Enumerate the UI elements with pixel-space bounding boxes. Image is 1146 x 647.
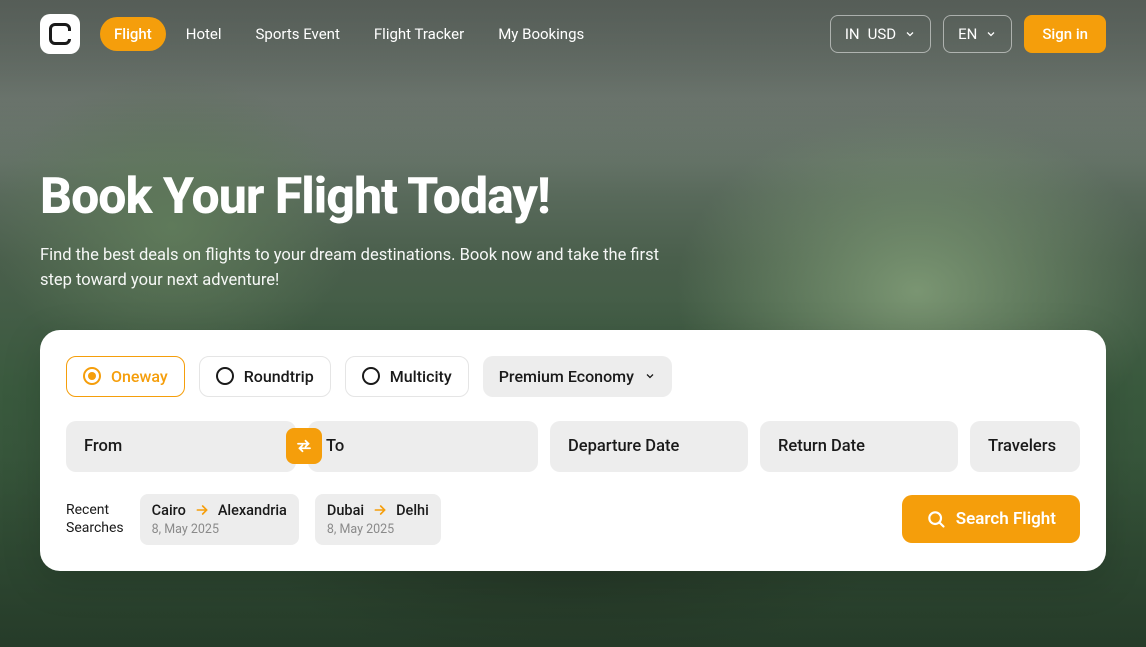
return-date-field[interactable]: Return Date: [760, 421, 958, 472]
recent-date: 8, May 2025: [327, 522, 429, 537]
chevron-down-icon: [904, 28, 916, 40]
search-card: Oneway Roundtrip Multicity Premium Econo…: [40, 330, 1106, 571]
recent-date: 8, May 2025: [152, 522, 287, 537]
trip-oneway[interactable]: Oneway: [66, 356, 185, 397]
recent-search-chip[interactable]: Cairo Alexandria 8, May 2025: [140, 494, 299, 545]
search-icon: [926, 509, 946, 529]
region-label: IN: [845, 25, 860, 43]
language-label: EN: [958, 25, 977, 43]
from-field[interactable]: From: [66, 421, 296, 472]
departure-date-field[interactable]: Departure Date: [550, 421, 748, 472]
logo-icon: [49, 23, 71, 45]
nav-flight[interactable]: Flight: [100, 17, 166, 51]
search-flight-button[interactable]: Search Flight: [902, 495, 1080, 543]
logo[interactable]: [40, 14, 80, 54]
radio-icon: [362, 367, 380, 385]
currency-label: USD: [868, 25, 896, 43]
recent-from: Dubai: [327, 502, 364, 519]
arrow-right-icon: [194, 502, 210, 518]
search-fields-row: From To Departure Date Return Date Trave…: [66, 421, 1080, 472]
to-field[interactable]: To: [308, 421, 538, 472]
to-label: To: [326, 437, 344, 456]
trip-label: Oneway: [111, 367, 168, 386]
trip-type-row: Oneway Roundtrip Multicity Premium Econo…: [66, 356, 1080, 397]
header-right: IN USD EN Sign in: [830, 15, 1106, 53]
hero-text: Book Your Flight Today! Find the best de…: [0, 68, 720, 294]
recent-to: Delhi: [396, 502, 429, 519]
swap-button[interactable]: [286, 428, 322, 464]
recent-label-line1: Recent: [66, 501, 124, 519]
recent-search-chip[interactable]: Dubai Delhi 8, May 2025: [315, 494, 441, 545]
recent-label-line2: Searches: [66, 519, 124, 537]
search-button-label: Search Flight: [956, 509, 1056, 529]
recent-searches-label: Recent Searches: [66, 501, 124, 537]
trip-label: Multicity: [390, 367, 452, 386]
bottom-row: Recent Searches Cairo Alexandria 8, May …: [66, 494, 1080, 545]
trip-multicity[interactable]: Multicity: [345, 356, 469, 397]
page-subtitle: Find the best deals on flights to your d…: [40, 244, 680, 294]
region-currency-selector[interactable]: IN USD: [830, 15, 931, 53]
nav-hotel[interactable]: Hotel: [172, 17, 236, 51]
travelers-field[interactable]: Travelers: [970, 421, 1080, 472]
chevron-down-icon: [644, 370, 656, 382]
signin-button[interactable]: Sign in: [1024, 15, 1106, 53]
cabin-class-selector[interactable]: Premium Economy: [483, 356, 672, 397]
nav-flight-tracker[interactable]: Flight Tracker: [360, 17, 478, 51]
page-title: Book Your Flight Today!: [40, 168, 680, 226]
main-nav: Flight Hotel Sports Event Flight Tracker…: [100, 17, 598, 51]
nav-my-bookings[interactable]: My Bookings: [484, 17, 598, 51]
header: Flight Hotel Sports Event Flight Tracker…: [0, 0, 1146, 68]
trip-roundtrip[interactable]: Roundtrip: [199, 356, 331, 397]
recent-to: Alexandria: [218, 502, 287, 519]
language-selector[interactable]: EN: [943, 15, 1012, 53]
trip-label: Roundtrip: [244, 367, 314, 386]
swap-icon: [295, 437, 313, 455]
arrow-right-icon: [372, 502, 388, 518]
cabin-class-label: Premium Economy: [499, 367, 634, 386]
recent-from: Cairo: [152, 502, 186, 519]
chevron-down-icon: [985, 28, 997, 40]
nav-sports-event[interactable]: Sports Event: [242, 17, 354, 51]
radio-icon: [216, 367, 234, 385]
radio-icon: [83, 367, 101, 385]
